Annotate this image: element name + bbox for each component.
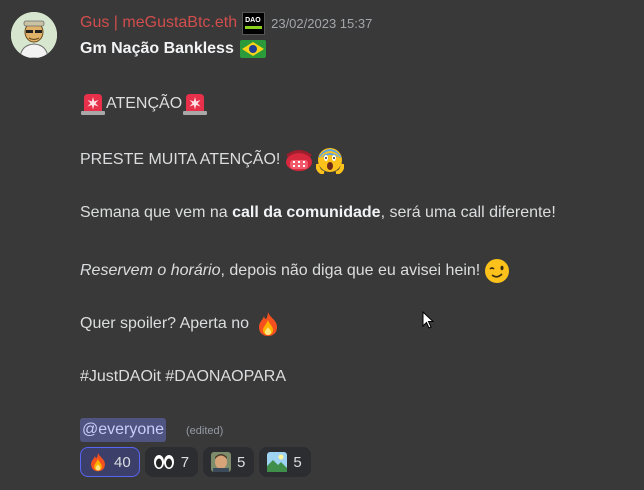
message-header: Gus | meGustaBtc.eth DAO 23/02/2023 15:3… — [80, 11, 372, 35]
preste-text: PRESTE MUITA ATENÇÃO! — [80, 151, 281, 168]
attention-line: ATENÇÃO — [80, 92, 208, 116]
fire-icon — [91, 452, 105, 472]
siren-icon — [81, 94, 105, 115]
reaction-count: 5 — [237, 453, 246, 471]
semana-text-bold: call da comunidade — [232, 204, 381, 221]
reservem-text-post: , depois não diga que eu avisei hein! — [220, 262, 481, 279]
badge-text: DAO — [245, 16, 261, 24]
dao-badge-icon: DAO — [242, 11, 266, 35]
telephone-icon — [286, 150, 313, 171]
avatar[interactable] — [11, 12, 57, 58]
preste-line: PRESTE MUITA ATENÇÃO! — [80, 146, 345, 174]
semana-line: Semana que vem na call da comunidade , s… — [80, 204, 556, 222]
semana-text-post: , será uma call diferente! — [380, 204, 556, 221]
reaction-face-avatar[interactable]: 5 — [203, 447, 255, 477]
greeting-line: Gm Nação Bankless — [80, 40, 266, 58]
attention-text: ATENÇÃO — [106, 95, 183, 112]
face-avatar-icon — [211, 452, 232, 472]
reaction-count: 40 — [114, 453, 131, 471]
brazil-flag-icon — [239, 40, 266, 58]
winking-face-icon — [485, 259, 510, 283]
screaming-face-icon — [316, 148, 345, 174]
greeting-text: Gm Nação Bankless — [80, 40, 234, 57]
reaction-count: 7 — [180, 453, 190, 471]
reaction-landscape[interactable]: 5 — [259, 447, 311, 477]
spoiler-text: Quer spoiler? Aperta no — [80, 315, 249, 332]
spoiler-line: Quer spoiler? Aperta no — [80, 311, 281, 337]
message-timestamp[interactable]: 23/02/2023 15:37 — [271, 16, 372, 31]
eyes-icon — [153, 455, 174, 469]
mouse-cursor-icon — [422, 311, 435, 329]
semana-text-pre: Semana que vem na — [80, 204, 233, 221]
reaction-count: 5 — [293, 453, 302, 471]
landscape-icon — [267, 452, 288, 472]
reaction-eyes[interactable]: 7 — [144, 447, 199, 477]
reaction-fire[interactable]: 40 — [80, 447, 140, 477]
username[interactable]: Gus | meGustaBtc.eth — [80, 14, 237, 32]
reactions-bar: 40 7 5 5 — [80, 447, 311, 477]
hashtags-text[interactable]: #JustDAOit #DAONAOPARA — [80, 368, 286, 386]
fire-icon — [259, 312, 277, 336]
reservem-text-italic: Reservem o horário — [80, 262, 221, 279]
everyone-mention[interactable]: @everyone — [80, 418, 167, 442]
edited-label: (edited) — [186, 425, 224, 437]
reservem-line: Reservem o horário , depois não diga que… — [80, 258, 510, 284]
siren-icon — [183, 94, 208, 115]
hashtags-line: #JustDAOit #DAONAOPARA — [80, 368, 286, 386]
